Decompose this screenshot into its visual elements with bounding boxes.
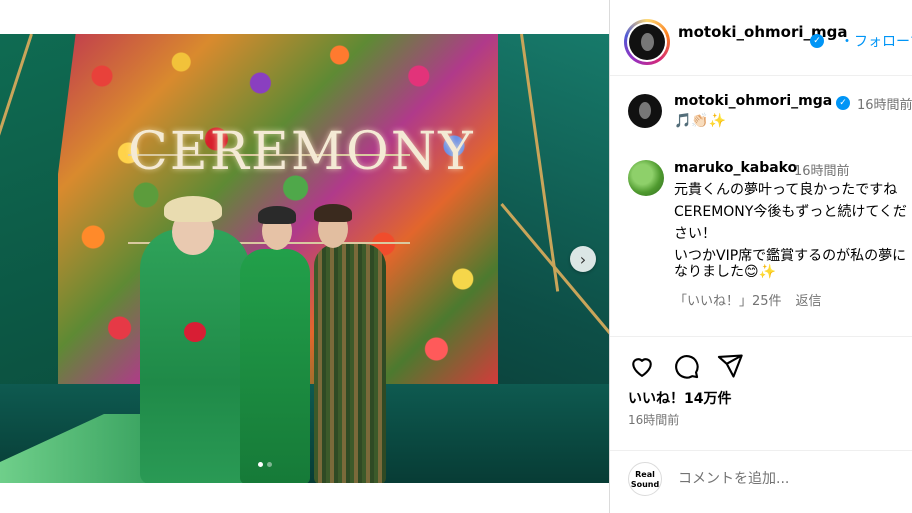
post-header: motoki_ohmori_mga ✓ ・フォローする xyxy=(610,0,912,76)
comment-text-line: CEREMONY今後もずっと続けてくだ xyxy=(674,204,907,220)
author-avatar[interactable] xyxy=(624,19,670,65)
ceremony-sign-text: CEREMONY xyxy=(128,122,475,182)
verified-badge-icon: ✓ xyxy=(836,96,850,110)
post-photo-area: CEREMONY › xyxy=(0,0,609,513)
likes-count[interactable]: いいね！14万件 xyxy=(628,388,731,408)
realsound-avatar-icon: Real Sound xyxy=(628,462,662,496)
avatar-ring-inner xyxy=(627,22,667,62)
comment-time[interactable]: 16時間前 xyxy=(794,160,850,179)
person-left-hat xyxy=(164,196,222,222)
carousel-next-button[interactable]: › xyxy=(570,246,596,272)
carousel-dot-active xyxy=(258,462,263,467)
follow-button[interactable]: ・フォローする xyxy=(840,31,912,51)
person-right-hair xyxy=(314,204,352,222)
verified-badge-icon: ✓ xyxy=(810,34,824,48)
avatar-image xyxy=(629,24,665,60)
commenter-username[interactable]: maruko_kabako xyxy=(674,160,797,176)
comment-bubble-icon[interactable] xyxy=(672,352,700,380)
paper-plane-icon[interactable] xyxy=(716,352,744,380)
comment-reply-link[interactable]: 返信 xyxy=(796,290,822,309)
comment-text-line: 元貴くんの夢叶って良かったですね xyxy=(674,182,898,198)
person-left-gown xyxy=(140,229,250,483)
heart-icon[interactable] xyxy=(628,352,656,380)
comment-meta: 「いいね！」25件 返信 xyxy=(674,290,822,309)
author-username[interactable]: motoki_ohmori_mga xyxy=(678,22,847,43)
carousel-indicator xyxy=(258,462,272,467)
actions-divider xyxy=(610,336,912,337)
carousel-dot xyxy=(267,462,272,467)
person-center-hair xyxy=(258,206,296,224)
comment-text-line: なりました😊✨ xyxy=(674,264,777,280)
post-image[interactable]: CEREMONY xyxy=(0,34,609,483)
caption-username[interactable]: motoki_ohmori_mga xyxy=(674,93,832,109)
caption-text: 🎵👏🏻✨ xyxy=(674,113,727,129)
commenter-avatar[interactable] xyxy=(628,160,664,196)
person-center-green-suit xyxy=(240,249,310,483)
realsound-label: Real Sound xyxy=(630,470,660,489)
comment-likes-link[interactable]: 「いいね！」25件 xyxy=(674,290,782,309)
comment-text-line: さい！ xyxy=(674,226,716,242)
add-comment-input[interactable] xyxy=(678,468,898,490)
person-right-striped-suit xyxy=(314,244,386,483)
post-timestamp[interactable]: 16時間前 xyxy=(628,411,679,428)
caption-avatar[interactable] xyxy=(628,94,662,128)
chevron-right-icon: › xyxy=(579,249,587,269)
red-heart-bag xyxy=(184,322,206,342)
post-side-panel: motoki_ohmori_mga ✓ ・フォローする motoki_ohmor… xyxy=(609,0,912,513)
caption-time[interactable]: 16時間前 xyxy=(857,94,912,113)
